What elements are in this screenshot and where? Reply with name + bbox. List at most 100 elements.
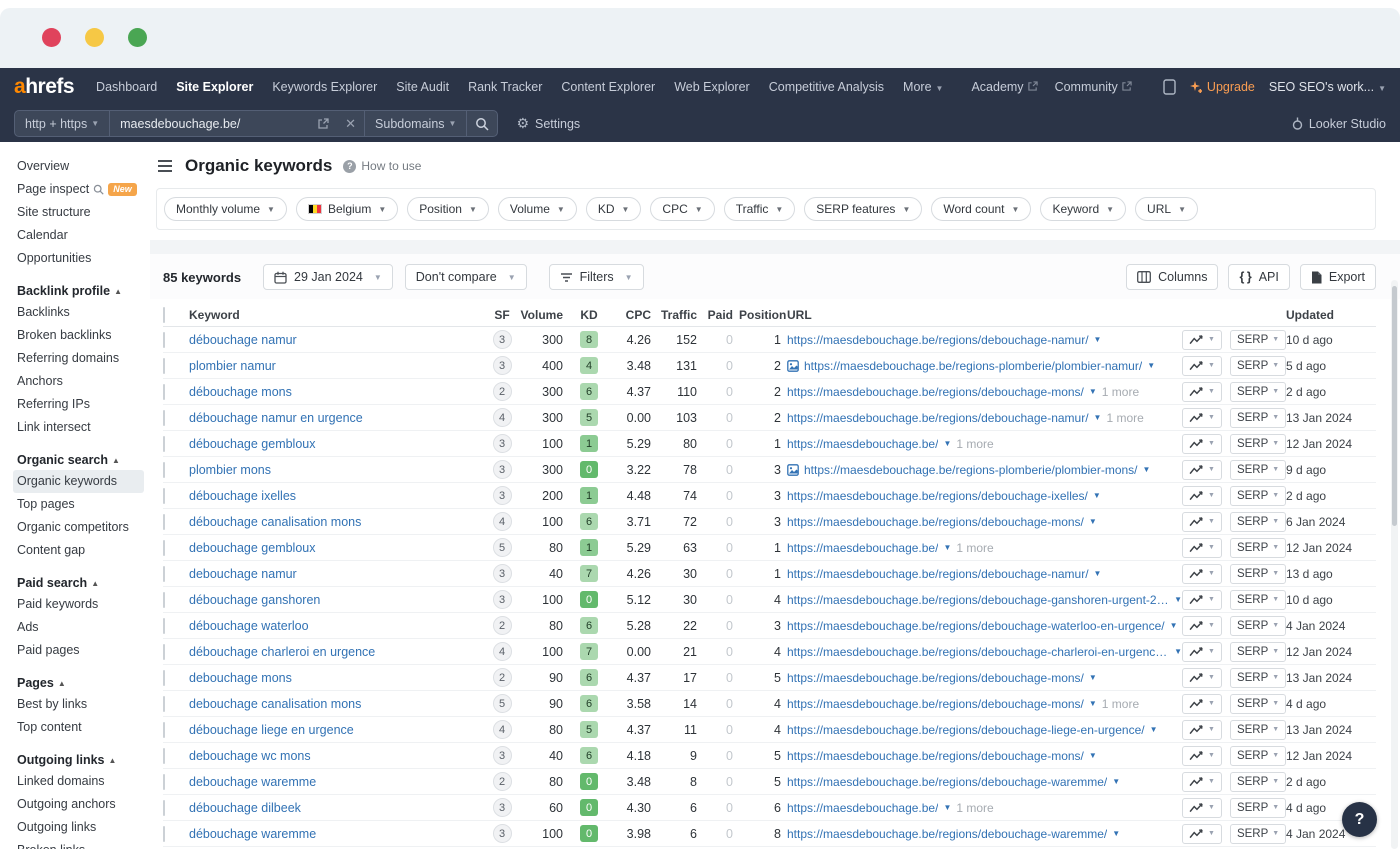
filters-button[interactable]: Filters▼: [549, 264, 644, 290]
position-history-button[interactable]: ▼: [1182, 668, 1222, 688]
chevron-down-icon[interactable]: ▼: [943, 803, 951, 812]
serp-button[interactable]: SERP▼: [1230, 616, 1286, 636]
keyword-link[interactable]: débouchage liege en urgence: [189, 723, 485, 737]
sidebar-item-link-intersect[interactable]: Link intersect: [13, 416, 150, 439]
serp-button[interactable]: SERP▼: [1230, 382, 1286, 402]
chevron-down-icon[interactable]: ▼: [1089, 699, 1097, 708]
keyword-link[interactable]: débouchage waremme: [189, 827, 485, 841]
nav-item-dashboard[interactable]: Dashboard: [96, 80, 157, 94]
chevron-down-icon[interactable]: ▼: [1147, 361, 1155, 370]
col-header-position[interactable]: Position: [739, 308, 787, 322]
target-input[interactable]: maesdebouchage.be/: [110, 111, 310, 136]
filter-pill-url[interactable]: URL▼: [1135, 197, 1198, 221]
maximize-window-button[interactable]: [128, 28, 147, 47]
more-urls-link[interactable]: 1 more: [1102, 385, 1139, 399]
serp-features-badge[interactable]: 2: [493, 382, 512, 401]
columns-button[interactable]: Columns: [1126, 264, 1218, 290]
keyword-link[interactable]: débouchage mons: [189, 385, 485, 399]
row-checkbox[interactable]: [163, 826, 165, 842]
filter-pill-serp-features[interactable]: SERP features▼: [804, 197, 922, 221]
more-urls-link[interactable]: 1 more: [1106, 411, 1143, 425]
col-header-paid[interactable]: Paid: [703, 308, 739, 322]
sidebar-item-broken-backlinks[interactable]: Broken backlinks: [13, 324, 150, 347]
upgrade-button[interactable]: Upgrade: [1190, 80, 1255, 94]
url-link[interactable]: https://maesdebouchage.be/regions-plombe…: [804, 359, 1142, 373]
ahrefs-logo[interactable]: ahrefs: [14, 75, 74, 99]
serp-features-badge[interactable]: 3: [493, 486, 512, 505]
serp-button[interactable]: SERP▼: [1230, 330, 1286, 350]
keyword-link[interactable]: plombier namur: [189, 359, 485, 373]
chevron-down-icon[interactable]: ▼: [1089, 673, 1097, 682]
chevron-down-icon[interactable]: ▼: [943, 543, 951, 552]
mode-dropdown[interactable]: Subdomains▼: [365, 111, 466, 136]
open-target-icon[interactable]: [310, 111, 337, 136]
row-checkbox[interactable]: [163, 436, 165, 452]
row-checkbox[interactable]: [163, 592, 165, 608]
serp-features-badge[interactable]: 3: [493, 564, 512, 583]
serp-features-badge[interactable]: 4: [493, 408, 512, 427]
url-link[interactable]: https://maesdebouchage.be/regions/debouc…: [787, 723, 1145, 737]
position-history-button[interactable]: ▼: [1182, 460, 1222, 480]
row-checkbox[interactable]: [163, 410, 165, 426]
row-checkbox[interactable]: [163, 566, 165, 582]
row-checkbox[interactable]: [163, 644, 165, 660]
more-urls-link[interactable]: 1 more: [956, 437, 993, 451]
compare-dropdown[interactable]: Don't compare▼: [405, 264, 527, 290]
sidebar-item-top-content[interactable]: Top content: [13, 716, 150, 739]
serp-features-badge[interactable]: 5: [493, 694, 512, 713]
keyword-link[interactable]: débouchage dilbeek: [189, 801, 485, 815]
url-link[interactable]: https://maesdebouchage.be/regions/debouc…: [787, 749, 1084, 763]
nav-item-site-audit[interactable]: Site Audit: [396, 80, 449, 94]
row-checkbox[interactable]: [163, 540, 165, 556]
sidebar-item-top-pages[interactable]: Top pages: [13, 493, 150, 516]
keyword-link[interactable]: débouchage ixelles: [189, 489, 485, 503]
api-button[interactable]: { } API: [1228, 264, 1289, 290]
row-checkbox[interactable]: [163, 696, 165, 712]
chevron-down-icon[interactable]: ▼: [1170, 621, 1178, 630]
nav-item-content-explorer[interactable]: Content Explorer: [561, 80, 655, 94]
url-link[interactable]: https://maesdebouchage.be/regions/debouc…: [787, 567, 1089, 581]
sidebar-item-anchors[interactable]: Anchors: [13, 370, 150, 393]
serp-button[interactable]: SERP▼: [1230, 590, 1286, 610]
nav-item-community[interactable]: Community: [1055, 80, 1132, 94]
filter-pill-cpc[interactable]: CPC▼: [650, 197, 714, 221]
keyword-link[interactable]: debouchage mons: [189, 671, 485, 685]
serp-features-badge[interactable]: 2: [493, 772, 512, 791]
filter-pill-word-count[interactable]: Word count▼: [931, 197, 1031, 221]
keyword-link[interactable]: débouchage gembloux: [189, 437, 485, 451]
sidebar-item-broken-links[interactable]: Broken links: [13, 839, 150, 849]
chevron-down-icon[interactable]: ▼: [943, 439, 951, 448]
how-to-use-link[interactable]: ? How to use: [343, 159, 421, 173]
search-icon[interactable]: [467, 111, 497, 136]
chevron-down-icon[interactable]: ▼: [1094, 413, 1102, 422]
row-checkbox[interactable]: [163, 384, 165, 400]
row-checkbox[interactable]: [163, 358, 165, 374]
settings-button[interactable]: ⚙ Settings: [516, 115, 580, 132]
position-history-button[interactable]: ▼: [1182, 564, 1222, 584]
sidebar-section-organic-search[interactable]: Organic search▲: [17, 453, 150, 467]
chevron-down-icon[interactable]: ▼: [1089, 387, 1097, 396]
position-history-button[interactable]: ▼: [1182, 486, 1222, 506]
url-link[interactable]: https://maesdebouchage.be/regions/debouc…: [787, 827, 1107, 841]
chevron-down-icon[interactable]: ▼: [1112, 829, 1120, 838]
sidebar-item-paid-pages[interactable]: Paid pages: [13, 639, 150, 662]
date-picker-button[interactable]: 29 Jan 2024▼: [263, 264, 393, 290]
chevron-down-icon[interactable]: ▼: [1112, 777, 1120, 786]
col-header-kd[interactable]: KD: [569, 308, 609, 322]
serp-features-badge[interactable]: 2: [493, 668, 512, 687]
position-history-button[interactable]: ▼: [1182, 538, 1222, 558]
keyword-link[interactable]: debouchage wc mons: [189, 749, 485, 763]
more-urls-link[interactable]: 1 more: [1102, 697, 1139, 711]
serp-button[interactable]: SERP▼: [1230, 356, 1286, 376]
sidebar-item-ads[interactable]: Ads: [13, 616, 150, 639]
row-checkbox[interactable]: [163, 618, 165, 634]
serp-features-badge[interactable]: 3: [493, 824, 512, 843]
row-checkbox[interactable]: [163, 488, 165, 504]
export-button[interactable]: Export: [1300, 264, 1376, 290]
url-link[interactable]: https://maesdebouchage.be/regions/debouc…: [787, 333, 1089, 347]
sidebar-item-content-gap[interactable]: Content gap: [13, 539, 150, 562]
serp-button[interactable]: SERP▼: [1230, 486, 1286, 506]
nav-item-more[interactable]: More▼: [903, 80, 943, 94]
position-history-button[interactable]: ▼: [1182, 434, 1222, 454]
looker-studio-button[interactable]: Looker Studio: [1292, 117, 1386, 131]
